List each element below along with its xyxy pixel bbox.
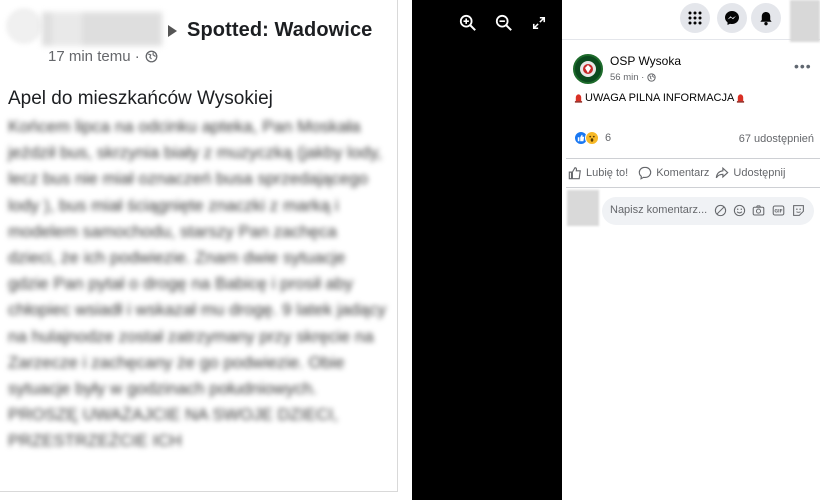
emoji-icon[interactable] — [733, 204, 746, 217]
like-button[interactable]: Lubię to! — [566, 166, 630, 180]
screenshot-post-title: Apel do mieszkańców Wysokiej — [8, 88, 273, 109]
more-options-icon[interactable]: ••• — [794, 58, 812, 74]
post-time[interactable]: 56 min · — [610, 72, 644, 83]
comment-input[interactable]: Napisz komentarz... GIF — [602, 197, 814, 225]
post-side-panel: OSP Wysoka 56 min · ••• UWAGA PILNA INFO… — [562, 0, 820, 500]
share-count[interactable]: 67 udostępnień — [739, 133, 814, 145]
arrow-right-icon — [168, 25, 177, 37]
photo-image[interactable]: Spotted: Wadowice 17 min temu · Apel do … — [0, 0, 412, 500]
notifications-bell-icon[interactable] — [751, 3, 781, 33]
siren-icon — [737, 94, 745, 103]
gif-icon[interactable]: GIF — [772, 204, 785, 217]
blurred-author-name — [42, 12, 162, 46]
comment-label: Komentarz — [656, 167, 710, 179]
reactions-summary[interactable]: 6 — [574, 131, 611, 145]
blurred-user-avatar — [567, 190, 599, 226]
messenger-icon[interactable] — [717, 3, 747, 33]
screenshot-post-body-blurred: Końcem lipca na odcinku apteka, Pan Mosk… — [8, 117, 386, 451]
reaction-count: 6 — [605, 132, 612, 144]
screenshot-post-card: Spotted: Wadowice 17 min temu · Apel do … — [0, 0, 398, 492]
photo-viewer-background — [412, 0, 562, 500]
menu-grid-icon[interactable] — [680, 3, 710, 33]
wow-reaction-icon — [585, 131, 599, 145]
group-name: Spotted: Wadowice — [187, 19, 373, 41]
sticker-icon[interactable] — [792, 204, 805, 217]
camera-icon[interactable] — [752, 204, 765, 217]
blurred-profile-avatar[interactable] — [790, 0, 820, 42]
comment-placeholder: Napisz komentarz... — [610, 204, 708, 216]
siren-icon — [574, 94, 583, 103]
thumbs-up-icon — [568, 167, 581, 180]
post-text: UWAGA PILNA INFORMACJA — [574, 92, 745, 104]
comment-button[interactable]: Komentarz — [636, 166, 711, 180]
share-button[interactable]: Udostępnij — [713, 166, 787, 180]
fullscreen-icon[interactable] — [528, 12, 550, 34]
page-avatar[interactable] — [573, 54, 603, 84]
blurred-avatar — [6, 8, 42, 44]
time-text: 17 min temu · — [48, 48, 140, 65]
post-text-content: UWAGA PILNA INFORMACJA — [585, 92, 735, 104]
share-label: Udostępnij — [733, 167, 786, 179]
globe-icon — [145, 50, 158, 63]
top-navigation — [562, 0, 820, 42]
page-name-link[interactable]: OSP Wysoka — [610, 54, 681, 68]
facebook-photo-viewer: Spotted: Wadowice 17 min temu · Apel do … — [0, 0, 820, 500]
comment-icon — [638, 166, 652, 180]
zoom-in-icon[interactable] — [457, 12, 479, 34]
globe-icon — [647, 73, 656, 82]
share-icon — [716, 166, 729, 179]
svg-text:GIF: GIF — [774, 209, 782, 215]
avatar-sticker-icon[interactable] — [714, 204, 727, 217]
post-meta: 56 min · — [610, 72, 656, 83]
like-label: Lubię to! — [586, 167, 629, 179]
post-actions: Lubię to! Komentarz Udostępnij — [566, 158, 820, 188]
screenshot-post-time: 17 min temu · — [48, 48, 158, 65]
zoom-out-icon[interactable] — [493, 12, 515, 34]
